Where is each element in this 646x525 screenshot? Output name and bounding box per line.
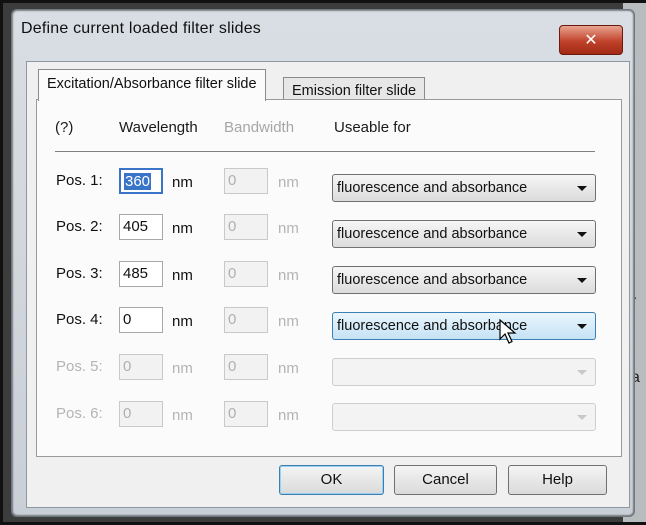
- pos-2-wavelength-unit: nm: [172, 220, 193, 237]
- pos-1-label: Pos. 1:: [56, 172, 103, 189]
- pos-5-bandwidth-unit: nm: [278, 360, 299, 377]
- pos-2-useable-value: fluorescence and absorbance: [337, 226, 528, 242]
- pos-3-wavelength-unit: nm: [172, 267, 193, 284]
- header-divider: [55, 151, 595, 152]
- pos-2-useable-dropdown[interactable]: fluorescence and absorbance: [332, 220, 596, 248]
- help-button[interactable]: Help: [508, 465, 607, 495]
- pos-1-bandwidth-input[interactable]: 0: [224, 168, 268, 194]
- help-marker: (?): [55, 119, 74, 136]
- pos-2-wavelength-input[interactable]: 405: [119, 214, 163, 240]
- chevron-down-icon: [577, 278, 587, 283]
- pos-3-bandwidth-unit: nm: [278, 267, 299, 284]
- pos-1-useable-dropdown[interactable]: fluorescence and absorbance: [332, 174, 596, 202]
- chevron-down-icon: [577, 232, 587, 237]
- pos-4-label: Pos. 4:: [56, 311, 103, 328]
- pos-5-wavelength-unit: nm: [172, 360, 193, 377]
- pos-4-wavelength-input[interactable]: 0: [119, 307, 163, 333]
- mouse-pointer-icon: [499, 319, 517, 344]
- tab-excitation-absorbance[interactable]: Excitation/Absorbance filter slide: [38, 69, 266, 101]
- chevron-down-icon: [577, 186, 587, 191]
- pos-6-wavelength-input[interactable]: 0: [119, 401, 163, 427]
- pos-3-bandwidth-input[interactable]: 0: [224, 261, 268, 287]
- pos-5-label: Pos. 5:: [56, 358, 103, 375]
- pos-2-label: Pos. 2:: [56, 218, 103, 235]
- dialog-title: Define current loaded filter slides: [21, 20, 262, 37]
- photo-frame: r a Define current loaded filter slides …: [0, 0, 646, 525]
- pos-5-wavelength-input[interactable]: 0: [119, 354, 163, 380]
- pos-1-useable-value: fluorescence and absorbance: [337, 180, 528, 196]
- ok-button[interactable]: OK: [279, 465, 384, 495]
- pos-2-bandwidth-unit: nm: [278, 220, 299, 237]
- pos-6-wavelength-unit: nm: [172, 407, 193, 424]
- chevron-down-icon: [577, 370, 587, 375]
- pos-2-bandwidth-input[interactable]: 0: [224, 214, 268, 240]
- pos-6-label: Pos. 6:: [56, 405, 103, 422]
- pos-4-bandwidth-unit: nm: [278, 313, 299, 330]
- pos-1-wavelength-input[interactable]: 360: [119, 168, 163, 194]
- pos-6-bandwidth-unit: nm: [278, 407, 299, 424]
- pos-1-bandwidth-unit: nm: [278, 174, 299, 191]
- cancel-button[interactable]: Cancel: [394, 465, 497, 495]
- pos-5-useable-dropdown[interactable]: [332, 358, 596, 386]
- close-button[interactable]: ✕: [559, 25, 623, 55]
- wavelength-header: Wavelength: [119, 119, 198, 136]
- useable-for-header: Useable for: [334, 119, 411, 136]
- pos-4-bandwidth-input[interactable]: 0: [224, 307, 268, 333]
- pos-3-label: Pos. 3:: [56, 265, 103, 282]
- pos-5-bandwidth-input[interactable]: 0: [224, 354, 268, 380]
- pos-4-wavelength-unit: nm: [172, 313, 193, 330]
- bandwidth-header: Bandwidth: [224, 119, 295, 136]
- pos-4-useable-dropdown[interactable]: fluorescence and absorbance: [332, 312, 596, 340]
- pos-3-useable-value: fluorescence and absorbance: [337, 272, 528, 288]
- pos-3-wavelength-input[interactable]: 485: [119, 261, 163, 287]
- pos-1-wavelength-value: 360: [124, 173, 152, 190]
- pos-6-useable-dropdown[interactable]: [332, 403, 596, 431]
- pos-1-wavelength-unit: nm: [172, 174, 193, 191]
- chevron-down-icon: [577, 324, 587, 329]
- chevron-down-icon: [577, 415, 587, 420]
- pos-3-useable-dropdown[interactable]: fluorescence and absorbance: [332, 266, 596, 294]
- pos-6-bandwidth-input[interactable]: 0: [224, 401, 268, 427]
